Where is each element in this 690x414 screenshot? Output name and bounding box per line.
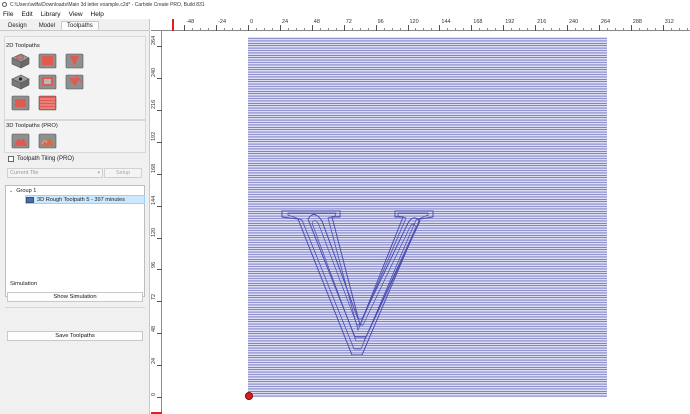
divider [5, 307, 145, 308]
ruler-tick-label: 216 [151, 99, 157, 109]
ruler-tick-label: 168 [151, 163, 157, 173]
rough-3d-toolpath-button[interactable] [10, 132, 31, 150]
ruler-tick-label: 0 [151, 392, 157, 396]
adaptive-icon [38, 95, 57, 111]
drill-toolpath-button[interactable] [10, 73, 31, 91]
toolpath-icon [26, 196, 34, 203]
ruler-tick-label: 48 [313, 19, 320, 25]
tile-select-value: Current Tile [10, 170, 39, 176]
vcarve-toolpath-button[interactable] [64, 52, 85, 70]
ruler-tick-label: 168 [473, 19, 483, 25]
menu-library[interactable]: Library [41, 11, 61, 18]
drill-icon [11, 74, 30, 90]
ruler-tick-label: 120 [151, 227, 157, 237]
tree-toolpath-row[interactable]: 3D Rough Toolpath 5 - 397 minutes [25, 195, 145, 204]
pocket-toolpath-button[interactable] [37, 52, 58, 70]
ruler-tick-label: -24 [218, 19, 227, 25]
advanced-vcarve-icon [38, 74, 57, 90]
toolpaths-3d-label: 3D Toolpaths (PRO) [6, 123, 58, 129]
tile-select[interactable]: Current Tile ▾ [7, 168, 103, 178]
group-label: Group 1 [16, 188, 37, 194]
tab-design[interactable]: Design [2, 21, 33, 30]
ruler-tick-label: 120 [409, 19, 419, 25]
ruler-tick-label: -48 [186, 19, 195, 25]
show-simulation-button[interactable]: Show Simulation [7, 292, 143, 302]
top-ruler: -48 -24 0 24 48 72 96 120 144 168 192 216 240 264 288 3… [151, 19, 690, 31]
save-toolpaths-button[interactable]: Save Toolpaths [7, 331, 143, 341]
flatten-icon [11, 95, 30, 111]
finish-3d-icon [38, 133, 57, 149]
ruler-tick-label: 48 [151, 326, 157, 333]
ruler-tick-label: 312 [664, 19, 674, 25]
ruler-tick-label: 240 [151, 67, 157, 77]
simulation-label: Simulation [10, 281, 38, 287]
contour-toolpath-button[interactable] [10, 52, 31, 70]
origin-marker-icon [245, 392, 253, 400]
contour-icon [11, 53, 30, 69]
menu-bar: File Edit Library View Help [0, 9, 690, 19]
title-bar: C:\Users\wilfa\Downloads\Main 3d letter … [0, 0, 690, 9]
ruler-cursor-marker-top [172, 19, 174, 31]
toolpath-label: 3D Rough Toolpath 5 - 397 minutes [37, 196, 125, 203]
toolpaths-2d-label: 2D Toolpaths [6, 43, 40, 49]
toolpath-preview[interactable] [248, 37, 607, 397]
adaptive-toolpath-button[interactable] [37, 94, 58, 112]
ruler-tick-label: 96 [377, 19, 384, 25]
app-icon [2, 2, 7, 7]
ruler-tick-label: 144 [151, 195, 157, 205]
rough-3d-icon [11, 133, 30, 149]
ruler-cursor-marker-left [151, 412, 162, 414]
ruler-tick-label: 192 [151, 131, 157, 141]
ruler-tick-label: 288 [632, 19, 642, 25]
flatten-toolpath-button[interactable] [10, 94, 31, 112]
ruler-tick-label: 192 [505, 19, 515, 25]
panel-tabs: Design Model Toolpaths [0, 19, 149, 31]
window-title: C:\Users\wilfa\Downloads\Main 3d letter … [10, 1, 205, 8]
vcarve-icon [65, 53, 84, 69]
ruler-tick-label: 0 [250, 19, 254, 25]
menu-edit[interactable]: Edit [21, 11, 32, 18]
ruler-tick-label: 24 [151, 357, 157, 365]
ruler-tick-label: 264 [600, 19, 611, 25]
menu-view[interactable]: View [69, 11, 83, 18]
texture-toolpath-button[interactable] [64, 73, 85, 91]
tab-model[interactable]: Model [33, 21, 61, 30]
ruler-tick-label: 240 [569, 19, 579, 25]
left-panel: Design Model Toolpaths 2D Toolpaths 3D T… [0, 19, 150, 414]
ruler-tick-label: 264 [151, 35, 157, 46]
ruler-tick-label: 96 [151, 262, 157, 269]
left-ruler: 264 240 216 192 168 144 120 96 72 48 24 0 [151, 31, 162, 414]
ruler-tick-label: 144 [441, 19, 451, 25]
ruler-tick-label: 216 [537, 19, 547, 25]
chevron-down-icon: ▾ [97, 170, 100, 176]
toolpath-tiling-checkbox[interactable] [8, 156, 14, 162]
texture-icon [65, 74, 84, 90]
tree-group-row[interactable]: ⌄ Group 1 [9, 188, 36, 194]
menu-help[interactable]: Help [91, 11, 104, 18]
finish-3d-toolpath-button[interactable] [37, 132, 58, 150]
menu-file[interactable]: File [3, 11, 13, 18]
pocket-icon [38, 53, 57, 69]
tab-toolpaths[interactable]: Toolpaths [61, 21, 99, 30]
ruler-tick-label: 24 [281, 19, 289, 25]
toolpath-tiling-label: Toolpath Tiling (PRO) [17, 156, 75, 162]
setup-button[interactable]: Setup [104, 168, 142, 178]
ruler-tick-label: 72 [151, 294, 157, 301]
chevron-down-icon[interactable]: ⌄ [9, 188, 13, 194]
advanced-vcarve-button[interactable] [37, 73, 58, 91]
ruler-tick-label: 72 [345, 19, 352, 25]
toolpath-tiling-row: Toolpath Tiling (PRO) [8, 156, 74, 162]
